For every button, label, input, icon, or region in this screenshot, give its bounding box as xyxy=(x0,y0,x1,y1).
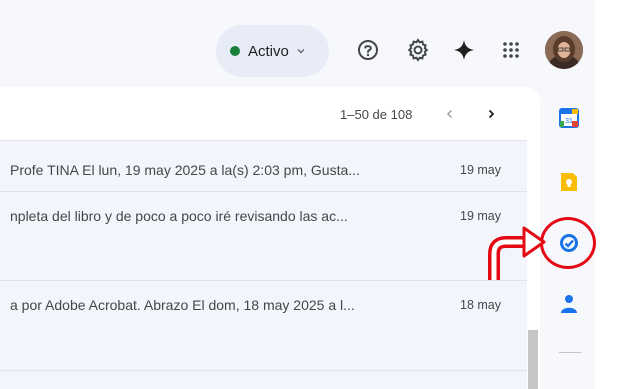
help-icon[interactable] xyxy=(354,36,382,64)
apps-grid-icon[interactable] xyxy=(497,36,525,64)
email-date: 18 may xyxy=(460,298,501,312)
annotation-arrow-icon xyxy=(488,226,546,280)
right-edge xyxy=(595,0,625,389)
calendar-icon[interactable]: 31 xyxy=(558,107,580,129)
email-row[interactable] xyxy=(0,370,527,389)
calendar-day: 31 xyxy=(565,118,573,125)
annotation-circle xyxy=(540,217,596,269)
gemini-sparkle-icon[interactable] xyxy=(450,36,478,64)
keep-icon[interactable] xyxy=(558,171,580,193)
email-row[interactable]: npleta del libro y de poco a poco iré re… xyxy=(0,191,527,280)
email-snippet: a por Adobe Acrobat. Abrazo El dom, 18 m… xyxy=(10,297,355,313)
email-row[interactable]: Profe TINA El lun, 19 may 2025 a la(s) 2… xyxy=(0,140,527,191)
email-date: 19 may xyxy=(460,163,501,177)
avatar[interactable] xyxy=(545,31,583,69)
status-dot xyxy=(230,46,240,56)
status-button[interactable]: Activo xyxy=(216,25,329,77)
email-snippet: Profe TINA El lun, 19 may 2025 a la(s) 2… xyxy=(10,162,360,178)
side-panel-divider xyxy=(559,352,581,353)
email-row[interactable]: a por Adobe Acrobat. Abrazo El dom, 18 m… xyxy=(0,280,527,370)
status-label: Activo xyxy=(248,42,289,60)
scrollbar-thumb[interactable] xyxy=(528,330,538,389)
settings-icon[interactable] xyxy=(404,36,432,64)
chevron-down-icon xyxy=(297,49,305,54)
email-snippet: npleta del libro y de poco a poco iré re… xyxy=(10,208,348,224)
gmail-window: Activo 1–50 de 108 Profe TINA El lun, 19… xyxy=(0,0,625,389)
chevron-left-icon[interactable] xyxy=(440,104,460,124)
pagination-range: 1–50 de 108 xyxy=(340,107,413,122)
contacts-icon[interactable] xyxy=(558,293,580,315)
chevron-right-icon[interactable] xyxy=(481,104,501,124)
email-date: 19 may xyxy=(460,209,501,223)
